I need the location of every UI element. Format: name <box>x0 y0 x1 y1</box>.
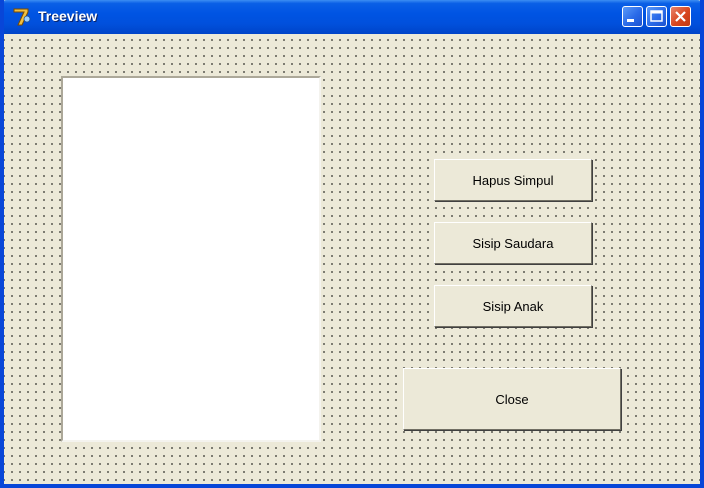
maximize-icon <box>650 10 663 22</box>
treeview-control[interactable] <box>61 76 321 442</box>
close-icon <box>675 11 686 22</box>
window-title: Treeview <box>38 8 98 24</box>
minimize-icon <box>627 19 634 22</box>
minimize-button[interactable] <box>622 6 643 27</box>
sisip-saudara-button[interactable]: Sisip Saudara <box>434 222 592 264</box>
form-client-area: Hapus Simpul Sisip Saudara Sisip Anak Cl… <box>4 34 700 484</box>
form-window: Treeview Hapus Simpul Sisip Saudara Sisi… <box>0 0 704 488</box>
close-button[interactable]: Close <box>403 368 621 430</box>
close-window-button[interactable] <box>670 6 691 27</box>
maximize-button[interactable] <box>646 6 667 27</box>
title-bar[interactable]: Treeview <box>4 0 700 34</box>
delphi-app-icon <box>12 7 32 27</box>
hapus-simpul-button[interactable]: Hapus Simpul <box>434 159 592 201</box>
sisip-anak-button[interactable]: Sisip Anak <box>434 285 592 327</box>
